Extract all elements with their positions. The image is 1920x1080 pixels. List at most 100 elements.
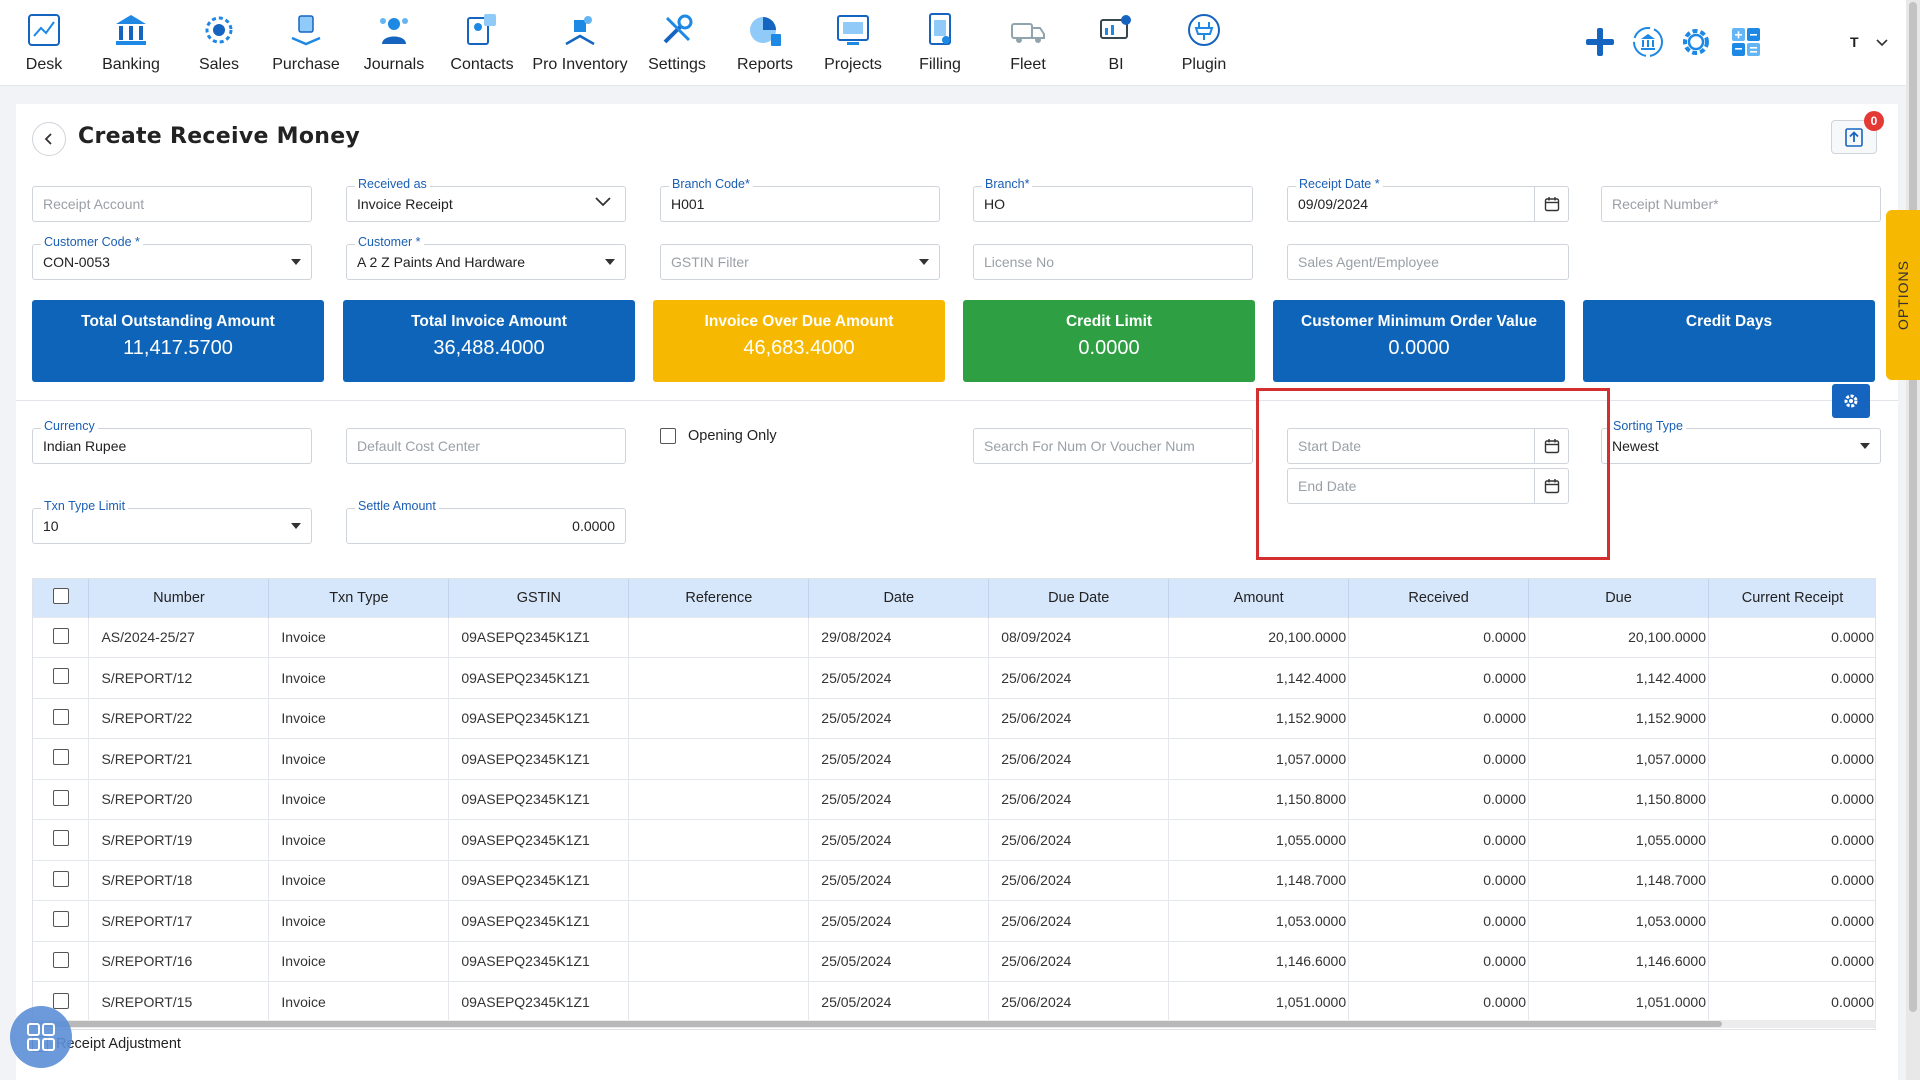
- column-header-amount[interactable]: Amount: [1168, 579, 1350, 617]
- column-header-received[interactable]: Received: [1348, 579, 1530, 617]
- vertical-scrollbar[interactable]: [1906, 0, 1920, 1080]
- user-menu[interactable]: T: [1850, 34, 1889, 50]
- bank-sync-icon[interactable]: [1630, 24, 1666, 60]
- reports-icon: [750, 17, 781, 46]
- row-select-cell[interactable]: [33, 940, 90, 982]
- cell-due-date: 25/06/2024: [988, 778, 1170, 820]
- cell-number[interactable]: S/REPORT/20: [88, 778, 270, 820]
- back-button[interactable]: [32, 122, 66, 156]
- row-checkbox[interactable]: [52, 911, 69, 928]
- calculator-icon[interactable]: [1728, 24, 1764, 60]
- default-cost-center-field[interactable]: Default Cost Center: [346, 428, 626, 464]
- row-select-cell[interactable]: [33, 819, 90, 860]
- column-settings-button[interactable]: [1832, 384, 1870, 418]
- column-header-current-receipt[interactable]: Current Receipt: [1708, 579, 1875, 617]
- cell-due: 1,142.4000: [1528, 657, 1709, 698]
- bi-icon: [1100, 15, 1131, 39]
- row-select-cell[interactable]: [33, 697, 90, 739]
- add-icon[interactable]: [1582, 24, 1618, 60]
- apps-fab-button[interactable]: [10, 1006, 72, 1068]
- gstin-filter-select[interactable]: GSTIN Filter: [660, 244, 940, 280]
- cell-number[interactable]: AS/2024-25/27: [88, 616, 270, 658]
- cell-due: 1,055.0000: [1528, 819, 1709, 860]
- kpi-value: 0.0000: [1388, 337, 1450, 359]
- cell-number[interactable]: S/REPORT/21: [88, 738, 270, 779]
- table-row[interactable]: S/REPORT/21 Invoice 09ASEPQ2345K1Z1 25/05/2…: [33, 738, 1875, 779]
- sorting-type-select[interactable]: Sorting Type Newest: [1601, 419, 1881, 464]
- cell-number[interactable]: S/REPORT/18: [88, 859, 270, 901]
- row-checkbox[interactable]: [52, 627, 69, 644]
- column-header-due-date[interactable]: Due Date: [988, 579, 1170, 617]
- invoice-table: Number Txn Type GSTIN Reference Date Due Date…: [32, 578, 1876, 1030]
- receipt-number-field[interactable]: Receipt Number*: [1601, 186, 1881, 222]
- cell-number[interactable]: S/REPORT/17: [88, 900, 270, 941]
- row-select-cell[interactable]: [33, 900, 90, 941]
- row-checkbox[interactable]: [52, 951, 69, 968]
- txn-type-limit-select[interactable]: Txn Type Limit 10: [32, 499, 312, 544]
- row-checkbox[interactable]: [52, 668, 69, 685]
- table-row[interactable]: S/REPORT/16 Invoice 09ASEPQ2345K1Z1 25/05/2…: [33, 940, 1875, 982]
- cell-txn-type: Invoice: [268, 738, 450, 779]
- table-row[interactable]: S/REPORT/18 Invoice 09ASEPQ2345K1Z1 25/05/2…: [33, 859, 1875, 901]
- gear-icon[interactable]: [1678, 24, 1714, 60]
- table-row[interactable]: S/REPORT/20 Invoice 09ASEPQ2345K1Z1 25/05/2…: [33, 778, 1875, 820]
- column-header-due[interactable]: Due: [1528, 579, 1709, 617]
- column-header-date[interactable]: Date: [808, 579, 990, 617]
- horizontal-scrollbar[interactable]: [32, 1020, 1876, 1028]
- row-checkbox[interactable]: [52, 992, 69, 1009]
- row-checkbox[interactable]: [52, 789, 69, 806]
- checkbox[interactable]: [660, 428, 676, 444]
- search-num-input[interactable]: Search For Num Or Voucher Num: [973, 428, 1253, 464]
- row-select-cell[interactable]: [33, 616, 90, 658]
- table-row[interactable]: S/REPORT/22 Invoice 09ASEPQ2345K1Z1 25/05/2…: [33, 697, 1875, 739]
- row-checkbox[interactable]: [52, 830, 69, 847]
- cell-number[interactable]: S/REPORT/16: [88, 940, 270, 982]
- column-header-reference[interactable]: Reference: [628, 579, 810, 617]
- row-select-cell[interactable]: [33, 738, 90, 779]
- select-all-checkbox[interactable]: [52, 587, 69, 604]
- license-no-field[interactable]: License No: [973, 244, 1253, 280]
- nav-item-plugin[interactable]: Plugin: [1144, 6, 1264, 80]
- column-header-txn-type[interactable]: Txn Type: [268, 579, 450, 617]
- table-row[interactable]: S/REPORT/15 Invoice 09ASEPQ2345K1Z1 25/05/2…: [33, 981, 1875, 1022]
- received-as-select[interactable]: Received as Invoice Receipt: [346, 177, 626, 222]
- kpi-value: 11,417.5700: [123, 337, 233, 359]
- branch-code-field[interactable]: Branch Code* H001: [660, 177, 940, 222]
- calendar-icon[interactable]: [1534, 187, 1568, 221]
- fleet-icon: [1011, 23, 1045, 43]
- select-all-cell[interactable]: [33, 579, 90, 617]
- sales-agent-field[interactable]: Sales Agent/Employee: [1287, 244, 1569, 280]
- column-header-number[interactable]: Number: [88, 579, 270, 617]
- opening-only-checkbox[interactable]: Opening Only: [660, 428, 777, 444]
- cell-date: 25/05/2024: [808, 697, 990, 739]
- row-checkbox[interactable]: [52, 870, 69, 887]
- row-select-cell[interactable]: [33, 657, 90, 698]
- cell-reference: [628, 738, 810, 779]
- upload-button[interactable]: 0: [1831, 111, 1884, 154]
- column-header-gstin[interactable]: GSTIN: [448, 579, 630, 617]
- table-row[interactable]: S/REPORT/17 Invoice 09ASEPQ2345K1Z1 25/05/2…: [33, 900, 1875, 941]
- customer-select[interactable]: Customer * A 2 Z Paints And Hardware: [346, 235, 626, 280]
- kpi-card-credit-limit: Credit Limit 0.0000: [963, 300, 1255, 382]
- branch-field[interactable]: Branch* HO: [973, 177, 1253, 222]
- receipt-date-field[interactable]: Receipt Date * 09/09/2024: [1287, 177, 1569, 222]
- customer-code-select[interactable]: Customer Code * CON-0053: [32, 235, 312, 280]
- cell-number[interactable]: S/REPORT/15: [88, 981, 270, 1022]
- cell-current-receipt: 0.0000: [1708, 981, 1875, 1022]
- options-tab[interactable]: OPTIONS: [1886, 210, 1920, 380]
- section-divider: [16, 400, 1898, 401]
- cell-number[interactable]: S/REPORT/12: [88, 657, 270, 698]
- receipt-account-field[interactable]: Receipt Account: [32, 186, 312, 222]
- row-checkbox[interactable]: [52, 708, 69, 725]
- table-row[interactable]: S/REPORT/19 Invoice 09ASEPQ2345K1Z1 25/05/2…: [33, 819, 1875, 860]
- table-row[interactable]: S/REPORT/12 Invoice 09ASEPQ2345K1Z1 25/05/2…: [33, 657, 1875, 698]
- table-header-row: Number Txn Type GSTIN Reference Date Due Date…: [33, 579, 1875, 617]
- row-checkbox[interactable]: [52, 749, 69, 766]
- cell-number[interactable]: S/REPORT/19: [88, 819, 270, 860]
- row-select-cell[interactable]: [33, 859, 90, 901]
- row-select-cell[interactable]: [33, 778, 90, 820]
- currency-field[interactable]: Currency Indian Rupee: [32, 419, 312, 464]
- settle-amount-field[interactable]: Settle Amount 0.0000: [346, 499, 626, 544]
- cell-number[interactable]: S/REPORT/22: [88, 697, 270, 739]
- table-row[interactable]: AS/2024-25/27 Invoice 09ASEPQ2345K1Z1 29/08…: [33, 616, 1875, 658]
